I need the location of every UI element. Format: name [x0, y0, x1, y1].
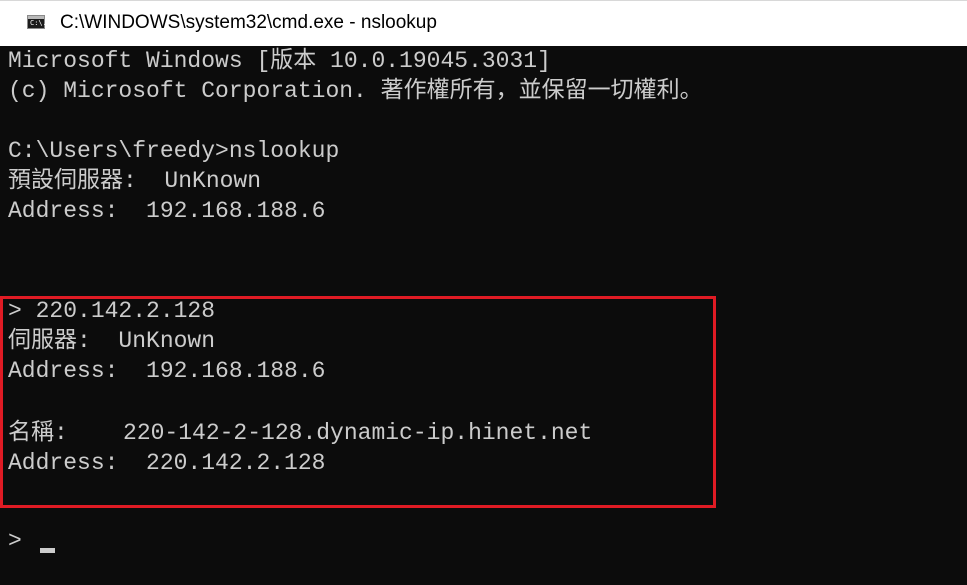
console-line: (c) Microsoft Corporation. 著作權所有，並保留一切權利…: [8, 78, 703, 104]
console-prompt: >: [8, 528, 22, 554]
icon-prompt-glyph: C:\.: [30, 19, 47, 27]
window-title: C:\WINDOWS\system32\cmd.exe - nslookup: [60, 12, 437, 33]
highlight-box: [0, 296, 716, 508]
cmd-window: C:\. C:\WINDOWS\system32\cmd.exe - nsloo…: [0, 0, 967, 585]
console-line: Microsoft Windows [版本 10.0.19045.3031]: [8, 48, 551, 74]
console-line: 預設伺服器: UnKnown: [8, 168, 262, 194]
console-line: C:\Users\freedy>nslookup: [8, 138, 340, 164]
text-cursor: [40, 548, 55, 553]
title-bar[interactable]: C:\. C:\WINDOWS\system32\cmd.exe - nsloo…: [0, 0, 967, 46]
cmd-window-icon[interactable]: C:\.: [27, 15, 47, 29]
console-output[interactable]: Microsoft Windows [版本 10.0.19045.3031] (…: [0, 46, 967, 585]
console-line: Address: 192.168.188.6: [8, 198, 326, 224]
